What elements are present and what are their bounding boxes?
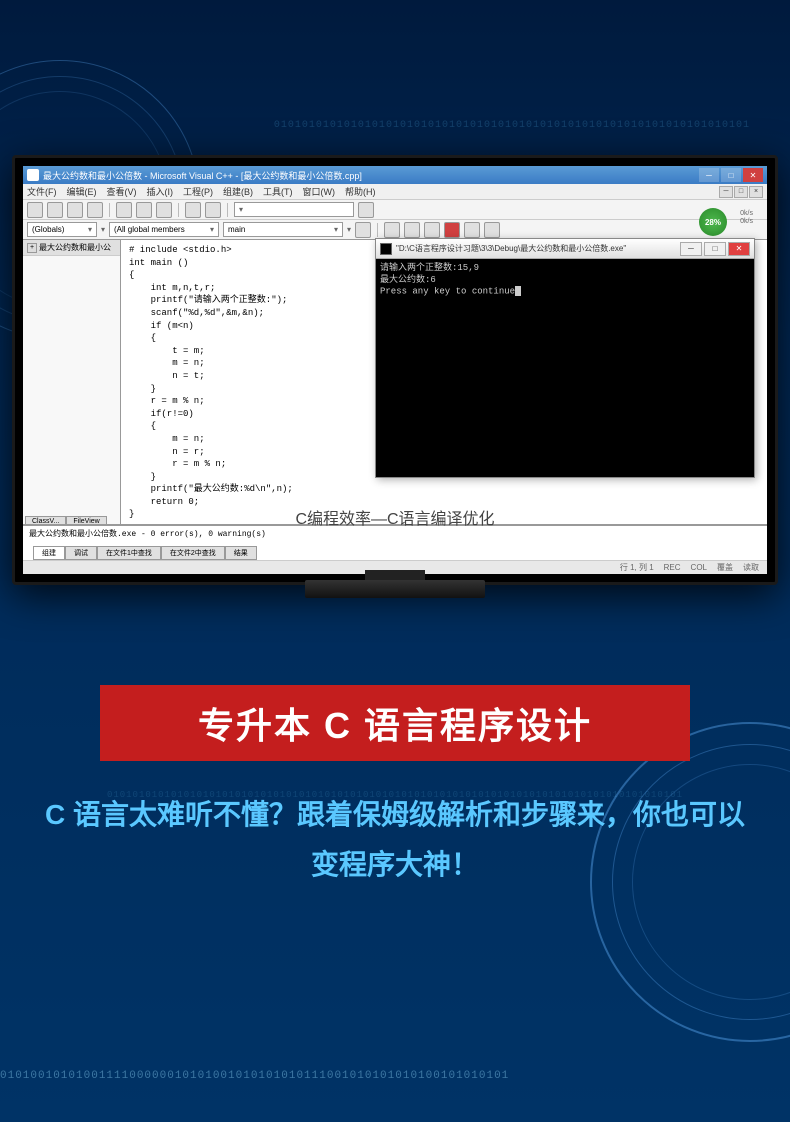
sidebar: + 最大公约数和最小公 — [23, 240, 121, 524]
new-file-icon[interactable] — [27, 202, 43, 218]
console-title-text: "D:\C语言程序设计习题\3\3\Debug\最大公约数和最小公倍数.exe" — [396, 243, 626, 254]
separator — [109, 203, 110, 217]
menu-edit[interactable]: 编辑(E) — [67, 185, 97, 198]
stop-build-icon[interactable] — [424, 222, 440, 238]
expand-icon[interactable]: + — [27, 243, 37, 253]
console-line: 最大公约数:6 — [380, 275, 750, 287]
go-debug-icon[interactable] — [464, 222, 480, 238]
separator — [377, 223, 378, 237]
tree-root[interactable]: + 最大公约数和最小公 — [23, 240, 120, 256]
chevron-icon: ▾ — [101, 225, 105, 234]
undo-icon[interactable] — [185, 202, 201, 218]
window-title: 最大公约数和最小公倍数 - Microsoft Visual C++ - [最大… — [43, 169, 362, 182]
toolbar-context: (Globals)▾ ▾ (All global members▾ main▾ … — [23, 220, 767, 240]
cursor — [515, 286, 521, 296]
cut-icon[interactable] — [116, 202, 132, 218]
menu-bar: 文件(F) 编辑(E) 查看(V) 插入(I) 工程(P) 组建(B) 工具(T… — [23, 184, 767, 200]
console-icon — [380, 243, 392, 255]
tab-debug[interactable]: 调试 — [65, 546, 97, 560]
app-icon — [27, 169, 39, 181]
doc-close-button[interactable]: × — [749, 186, 763, 198]
members-dropdown[interactable]: (All global members▾ — [109, 222, 219, 237]
binary-decoration-bottom: 0101001010100111100000010101001010101010… — [0, 1070, 509, 1082]
function-dropdown[interactable]: main▾ — [223, 222, 343, 237]
status-read: 读取 — [743, 562, 759, 573]
tab-find1[interactable]: 在文件1中查找 — [97, 546, 161, 560]
tab-results[interactable]: 结果 — [225, 546, 257, 560]
menu-build[interactable]: 组建(B) — [223, 185, 253, 198]
banner-subtitle: C 语言太难听不懂？跟着保姆级解析和步骤来，你也可以变程序大神！ — [40, 790, 750, 891]
execute-icon[interactable] — [444, 222, 460, 238]
doc-minimize-button[interactable]: ─ — [719, 186, 733, 198]
redo-icon[interactable] — [205, 202, 221, 218]
banner-title: 专升本 C 语言程序设计 — [120, 697, 670, 749]
console-maximize-button[interactable]: □ — [704, 242, 726, 256]
close-button[interactable]: ✕ — [743, 168, 763, 182]
save-all-icon[interactable] — [87, 202, 103, 218]
tab-build[interactable]: 组建 — [33, 546, 65, 560]
breakpoint-icon[interactable] — [484, 222, 500, 238]
copy-icon[interactable] — [136, 202, 152, 218]
console-close-button[interactable]: ✕ — [728, 242, 750, 256]
toolbar-main: ▾ — [23, 200, 767, 220]
output-pane: 最大公约数和最小公倍数.exe - 0 error(s), 0 warning(… — [23, 524, 767, 574]
minimize-button[interactable]: ─ — [699, 168, 719, 182]
menu-window[interactable]: 窗口(W) — [303, 185, 336, 198]
status-position: 行 1, 列 1 — [620, 562, 654, 573]
console-titlebar[interactable]: "D:\C语言程序设计习题\3\3\Debug\最大公约数和最小公倍数.exe"… — [376, 239, 754, 259]
menu-tools[interactable]: 工具(T) — [263, 185, 293, 198]
console-line: 请输入两个正整数:15,9 — [380, 263, 750, 275]
chevron-icon: ▾ — [347, 225, 351, 234]
scope-dropdown[interactable]: (Globals)▾ — [27, 222, 97, 237]
status-over: 覆盖 — [717, 562, 733, 573]
console-window: "D:\C语言程序设计习题\3\3\Debug\最大公约数和最小公倍数.exe"… — [375, 238, 755, 478]
title-banner: 专升本 C 语言程序设计 — [100, 685, 690, 761]
doc-restore-button[interactable]: □ — [734, 186, 748, 198]
menu-project[interactable]: 工程(P) — [183, 185, 213, 198]
menu-help[interactable]: 帮助(H) — [345, 185, 376, 198]
tab-find2[interactable]: 在文件2中查找 — [161, 546, 225, 560]
save-icon[interactable] — [67, 202, 83, 218]
speed-stats: 0k/s0k/s — [740, 210, 753, 227]
menu-insert[interactable]: 插入(I) — [147, 185, 174, 198]
progress-badge: 28% — [699, 208, 727, 236]
separator — [178, 203, 179, 217]
find-icon[interactable] — [358, 202, 374, 218]
binary-decoration-top: 0101010101010101010101010101010101010101… — [274, 120, 750, 131]
maximize-button[interactable]: □ — [721, 168, 741, 182]
output-tabs: 组建 调试 在文件1中查找 在文件2中查找 结果 — [33, 546, 257, 560]
monitor-stand — [305, 580, 485, 598]
code-line: printf("最大公约数:%d\n",n); — [129, 483, 759, 496]
tree-root-label: 最大公约数和最小公 — [39, 242, 111, 253]
build-icon[interactable] — [404, 222, 420, 238]
overlay-caption: C编程效率—C语言编译优化 — [295, 505, 494, 529]
search-dropdown[interactable]: ▾ — [234, 202, 354, 217]
status-rec: REC — [664, 563, 681, 572]
go-icon[interactable] — [355, 222, 371, 238]
console-output[interactable]: 请输入两个正整数:15,9 最大公约数:6 Press any key to c… — [376, 259, 754, 477]
compile-icon[interactable] — [384, 222, 400, 238]
menu-view[interactable]: 查看(V) — [107, 185, 137, 198]
menu-file[interactable]: 文件(F) — [27, 185, 57, 198]
open-file-icon[interactable] — [47, 202, 63, 218]
console-minimize-button[interactable]: ─ — [680, 242, 702, 256]
paste-icon[interactable] — [156, 202, 172, 218]
console-line: Press any key to continue — [380, 286, 750, 298]
status-col: COL — [691, 563, 707, 572]
ide-titlebar[interactable]: 最大公约数和最小公倍数 - Microsoft Visual C++ - [最大… — [23, 166, 767, 184]
separator — [227, 203, 228, 217]
